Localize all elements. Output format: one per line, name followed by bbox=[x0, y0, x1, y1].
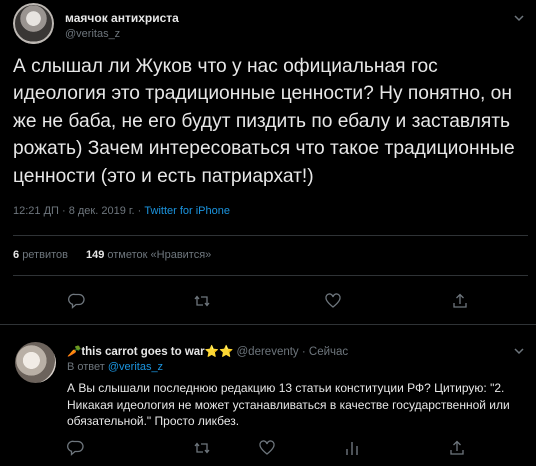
like-icon[interactable] bbox=[258, 439, 276, 457]
tweet-text: А Вы слышали последнюю редакцию 13 стать… bbox=[67, 381, 510, 428]
reply-header: 🥕this carrot goes to war⭐⭐ @dereventy · … bbox=[67, 344, 348, 358]
chevron-down-icon[interactable] bbox=[512, 344, 526, 358]
chevron-down-icon[interactable] bbox=[512, 11, 526, 25]
likes-stat[interactable]: 149 отметок «Нравится» bbox=[86, 249, 211, 261]
main-tweet: маячок антихриста @veritas_z А слышал ли… bbox=[0, 0, 536, 325]
retweet-icon[interactable] bbox=[193, 439, 211, 457]
retweets-stat[interactable]: 6 ретвитов bbox=[13, 249, 68, 261]
like-icon[interactable] bbox=[324, 292, 342, 310]
tweet-stats: 6 ретвитов 149 отметок «Нравится» bbox=[13, 249, 211, 261]
avatar[interactable] bbox=[13, 3, 54, 44]
avatar[interactable] bbox=[15, 342, 56, 383]
share-icon[interactable] bbox=[448, 439, 466, 457]
divider bbox=[13, 235, 528, 236]
reply-icon[interactable] bbox=[68, 292, 86, 310]
share-icon[interactable] bbox=[451, 292, 469, 310]
source-link[interactable]: Twitter for iPhone bbox=[144, 205, 230, 217]
retweet-icon[interactable] bbox=[193, 292, 211, 310]
reply-to: В ответ @veritas_z bbox=[67, 361, 164, 373]
tweet-text: А слышал ли Жуков что у нас официальная … bbox=[13, 56, 515, 187]
analytics-icon[interactable] bbox=[343, 439, 361, 457]
tweet-meta: 12:21 ДП · 8 дек. 2019 г. · Twitter for … bbox=[13, 205, 230, 217]
author-name[interactable]: маячок антихриста bbox=[65, 11, 179, 25]
author-handle[interactable]: @dereventy · Сейчас bbox=[237, 346, 349, 358]
divider bbox=[13, 275, 528, 276]
reply-tweet[interactable]: 🥕this carrot goes to war⭐⭐ @dereventy · … bbox=[0, 325, 536, 466]
author-handle[interactable]: @veritas_z bbox=[65, 28, 120, 40]
timestamp[interactable]: 12:21 ДП · 8 дек. 2019 г. · bbox=[13, 205, 144, 217]
author-name[interactable]: 🥕this carrot goes to war⭐⭐ bbox=[67, 346, 233, 358]
reply-to-link[interactable]: @veritas_z bbox=[108, 361, 163, 373]
reply-icon[interactable] bbox=[67, 439, 85, 457]
